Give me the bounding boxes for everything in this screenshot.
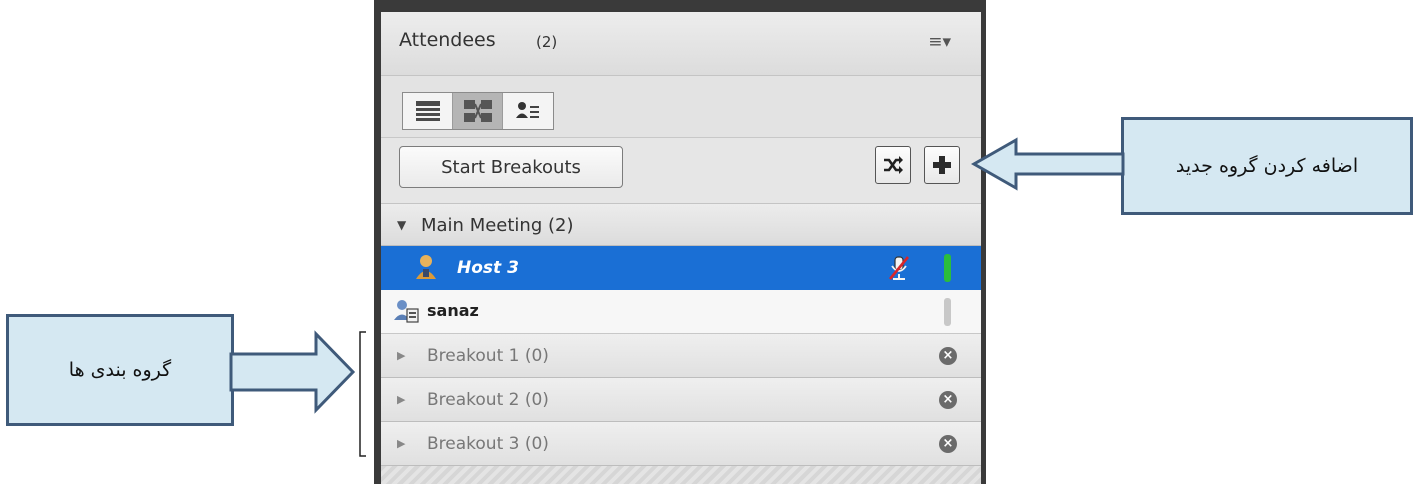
attendee-row-host[interactable]: Host 3 bbox=[381, 246, 981, 290]
audio-level-indicator bbox=[944, 298, 951, 326]
expand-triangle-icon[interactable]: ▶ bbox=[397, 393, 405, 406]
attendees-panel-body: Attendees (2) ≡▾ Start Breakouts ▼ Main … bbox=[381, 12, 981, 484]
attendee-count: (2) bbox=[536, 33, 558, 51]
host-avatar-icon bbox=[416, 255, 436, 279]
attendee-name: Host 3 bbox=[457, 258, 519, 278]
shuffle-icon[interactable] bbox=[875, 146, 911, 184]
attendees-panel: Attendees (2) ≡▾ Start Breakouts ▼ Main … bbox=[374, 0, 986, 484]
add-group-callout-text: اضافه کردن گروه جدید bbox=[1175, 155, 1359, 177]
list-menu-icon[interactable]: ≡▾ bbox=[928, 32, 951, 52]
group-bracket bbox=[359, 331, 366, 457]
start-breakouts-button[interactable]: Start Breakouts bbox=[399, 146, 623, 188]
breakout-label: Breakout 2 (0) bbox=[427, 390, 549, 410]
groups-callout-text: گروه بندی ها bbox=[68, 359, 172, 381]
panel-title: Attendees bbox=[399, 29, 496, 51]
collapse-triangle-icon[interactable]: ▼ bbox=[397, 218, 406, 232]
main-meeting-row[interactable]: ▼ Main Meeting (2) bbox=[381, 204, 981, 246]
empty-list-area bbox=[381, 466, 981, 484]
breakout-label: Breakout 1 (0) bbox=[427, 346, 549, 366]
attendee-row-participant[interactable]: sanaz bbox=[381, 290, 981, 334]
list-view-icon[interactable] bbox=[403, 93, 453, 129]
breakout-row[interactable]: ▶ Breakout 3 (0) × bbox=[381, 422, 981, 466]
right-arrow-icon bbox=[229, 330, 356, 414]
main-meeting-label: Main Meeting (2) bbox=[421, 215, 574, 236]
panel-header: Attendees (2) ≡▾ bbox=[381, 12, 981, 76]
breakout-row[interactable]: ▶ Breakout 1 (0) × bbox=[381, 334, 981, 378]
remove-breakout-icon[interactable]: × bbox=[939, 391, 957, 409]
breakout-view-icon[interactable] bbox=[453, 93, 503, 129]
remove-breakout-icon[interactable]: × bbox=[939, 347, 957, 365]
participant-avatar-icon bbox=[394, 300, 419, 323]
add-group-callout: اضافه کردن گروه جدید bbox=[1121, 117, 1413, 215]
muted-microphone-icon[interactable] bbox=[888, 255, 910, 281]
breakout-label: Breakout 3 (0) bbox=[427, 434, 549, 454]
audio-level-indicator bbox=[944, 254, 951, 282]
expand-triangle-icon[interactable]: ▶ bbox=[397, 349, 405, 362]
add-breakout-button[interactable] bbox=[924, 146, 960, 184]
view-toolbar bbox=[381, 76, 981, 138]
view-switcher bbox=[402, 92, 554, 130]
left-arrow-icon bbox=[970, 137, 1125, 191]
presenter-view-icon[interactable] bbox=[503, 93, 553, 129]
attendee-name: sanaz bbox=[427, 301, 479, 320]
breakout-row[interactable]: ▶ Breakout 2 (0) × bbox=[381, 378, 981, 422]
groups-callout: گروه بندی ها bbox=[6, 314, 234, 426]
expand-triangle-icon[interactable]: ▶ bbox=[397, 437, 405, 450]
plus-icon bbox=[933, 156, 951, 174]
breakout-actions: Start Breakouts bbox=[381, 138, 981, 204]
remove-breakout-icon[interactable]: × bbox=[939, 435, 957, 453]
